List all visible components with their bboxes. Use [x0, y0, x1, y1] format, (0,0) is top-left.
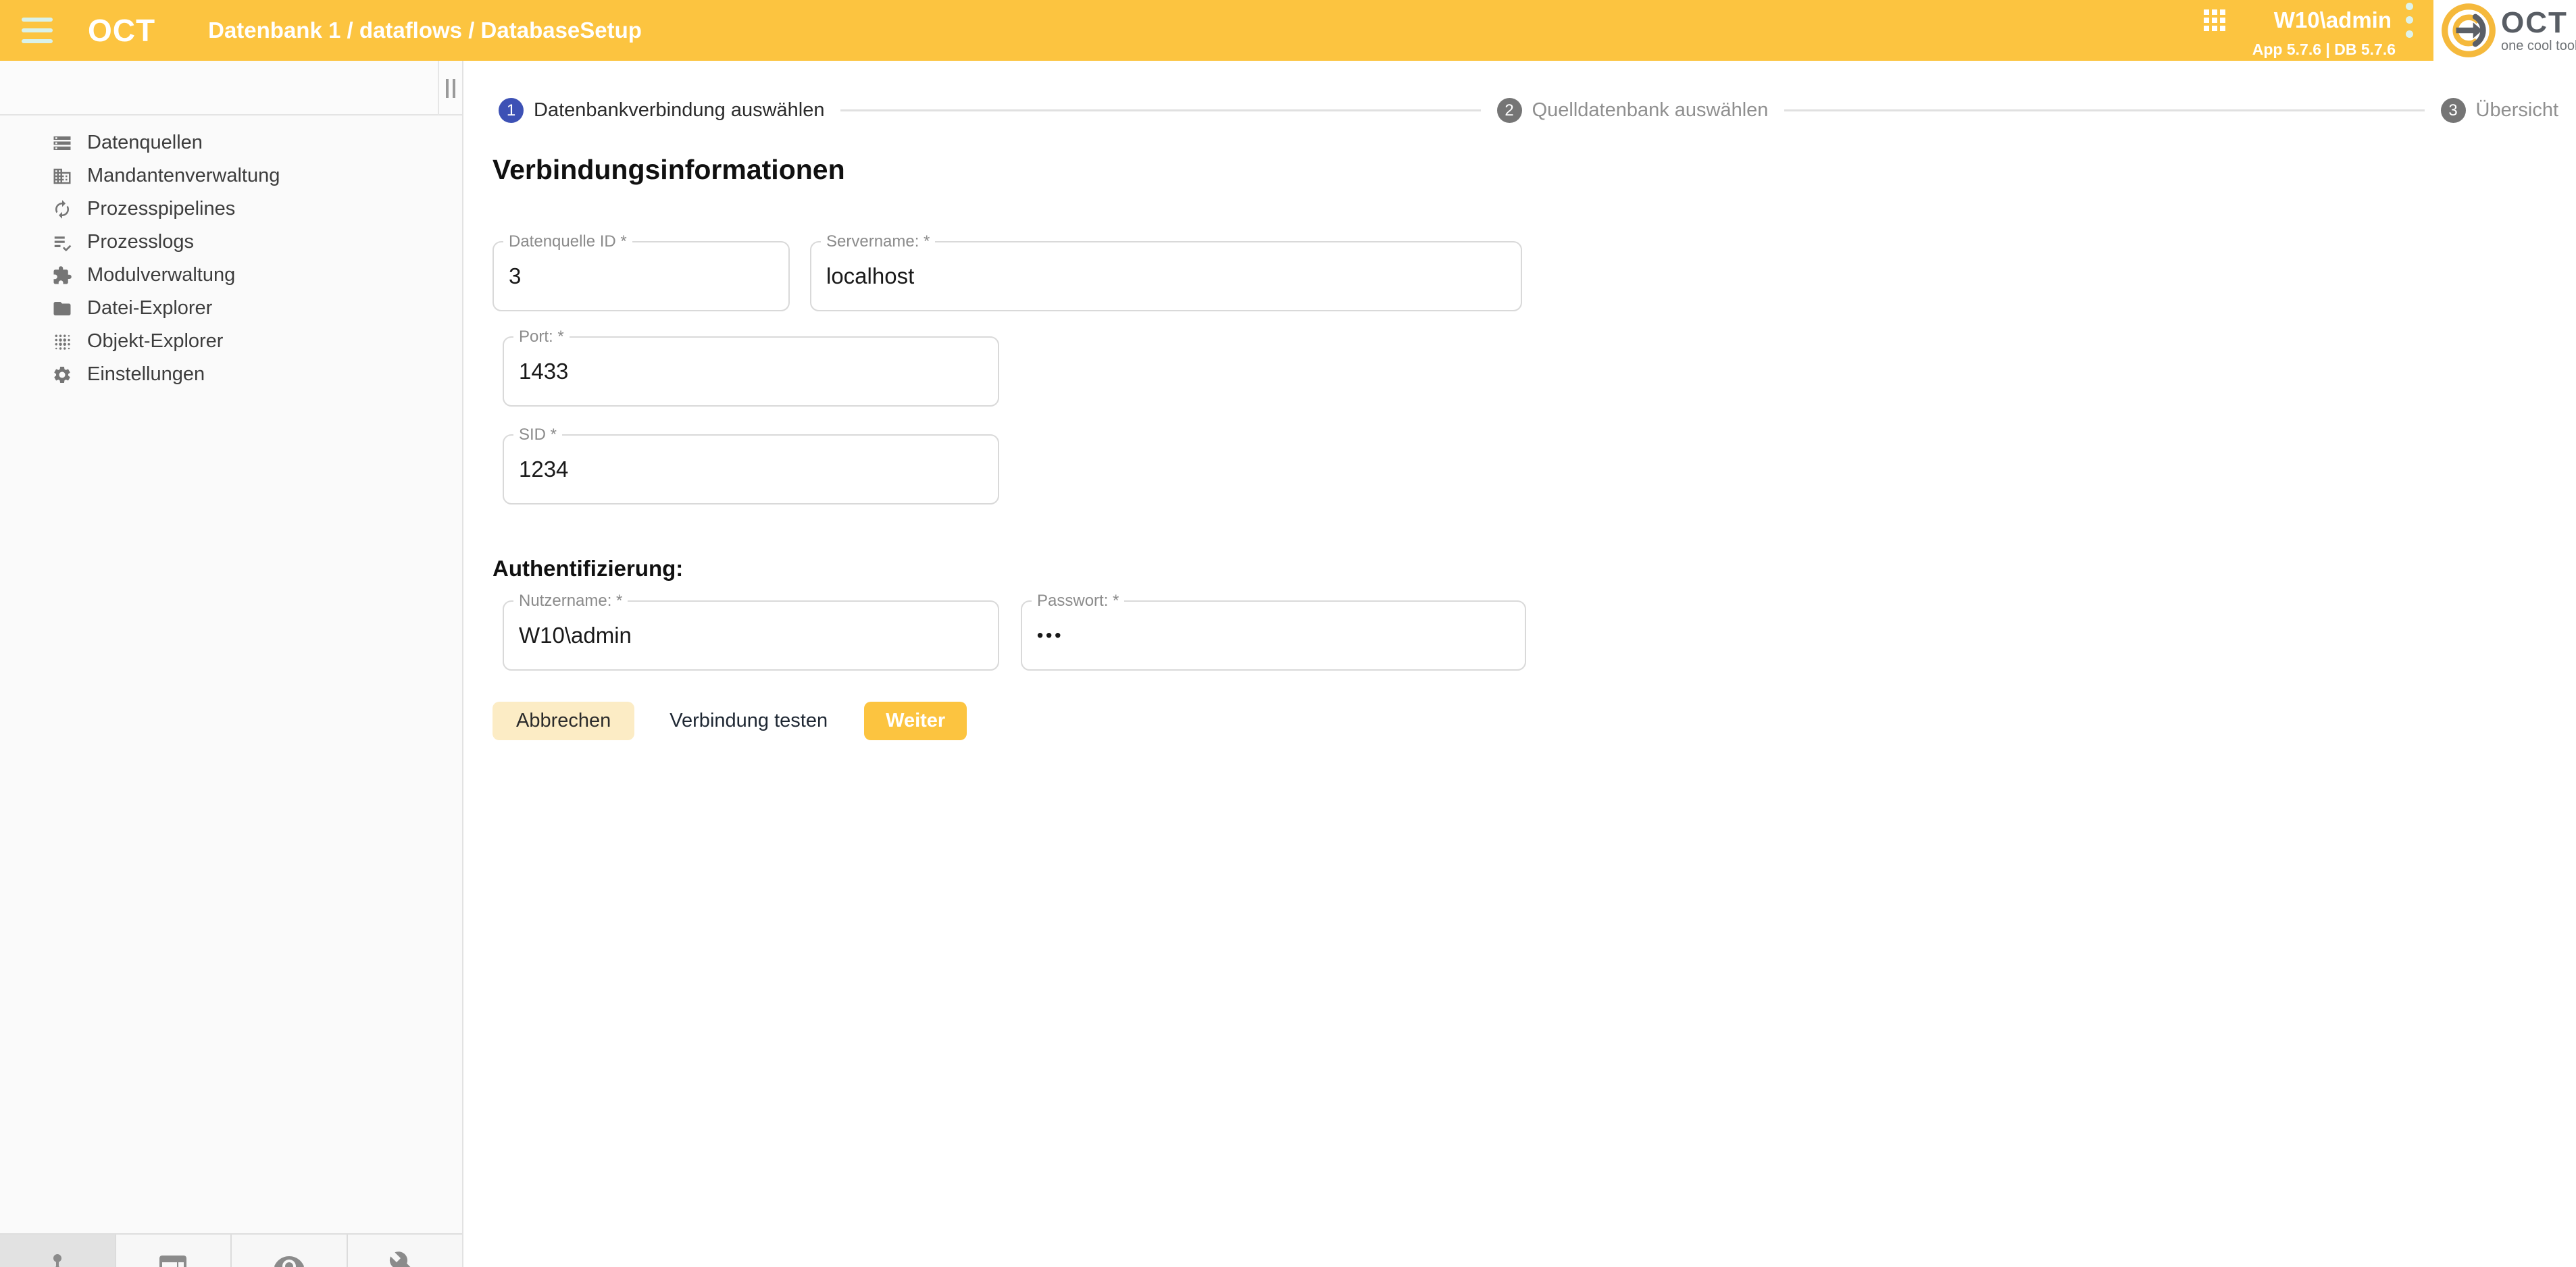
form-actions: Abbrechen Verbindung testen Weiter: [493, 702, 2576, 740]
sidebar-item-label: Datei-Explorer: [87, 297, 212, 319]
servername-label: Servername: *: [821, 232, 935, 251]
step-2-circle: 2: [1497, 98, 1522, 123]
sync-icon: [52, 199, 72, 219]
sidebar-item-prozesslogs[interactable]: Prozesslogs: [0, 226, 462, 259]
tab-preview[interactable]: [230, 1235, 347, 1267]
sidebar: Datenquellen Mandantenverwaltung Prozess…: [0, 61, 463, 1267]
playlist-check-icon: [52, 232, 72, 253]
app-version: App 5.7.6 | DB 5.7.6: [2252, 41, 2396, 59]
main-content: 1 Datenbankverbindung auswählen 2 Quelld…: [463, 61, 2576, 1267]
sidebar-item-label: Objekt-Explorer: [87, 330, 223, 353]
sidebar-splitter-handle[interactable]: [438, 61, 462, 115]
datasource-id-value: 3: [509, 263, 521, 289]
step-connector: [1784, 109, 2424, 111]
page-title: Verbindungsinformationen: [493, 154, 2576, 186]
puzzle-icon: [52, 265, 72, 286]
step-3[interactable]: 3 Übersicht: [2441, 98, 2559, 123]
tab-flow[interactable]: [0, 1235, 115, 1267]
step-2[interactable]: 2 Quelldatenbank auswählen: [1497, 98, 1769, 123]
sidebar-item-label: Modulverwaltung: [87, 264, 235, 286]
password-field[interactable]: Passwort: * •••: [1021, 600, 1526, 671]
sidebar-menu: Datenquellen Mandantenverwaltung Prozess…: [0, 115, 462, 391]
auth-section-heading: Authentifizierung:: [493, 556, 2576, 581]
sid-field[interactable]: SID * 1234: [503, 434, 999, 505]
next-button[interactable]: Weiter: [864, 702, 967, 740]
logo-tagline: one cool tool: [2501, 39, 2576, 53]
hamburger-menu-icon[interactable]: [22, 18, 53, 43]
port-field[interactable]: Port: * 1433: [503, 336, 999, 407]
username-label: Nutzername: *: [513, 592, 628, 611]
datasource-id-label: Datenquelle ID *: [503, 232, 632, 251]
tab-layout[interactable]: [115, 1235, 231, 1267]
sidebar-item-datenquellen[interactable]: Datenquellen: [0, 126, 462, 159]
password-label: Passwort: *: [1032, 592, 1124, 611]
header-right-cluster: W10\admin App 5.7.6 | DB 5.7.6: [2204, 3, 2413, 59]
sidebar-item-label: Mandantenverwaltung: [87, 165, 280, 187]
step-2-label: Quelldatenbank auswählen: [1532, 99, 1769, 122]
breadcrumb: Datenbank 1 / dataflows / DatabaseSetup: [208, 18, 642, 43]
sidebar-item-label: Einstellungen: [87, 363, 205, 386]
step-3-label: Übersicht: [2476, 99, 2559, 122]
wrench-icon: [388, 1250, 421, 1267]
sid-value: 1234: [519, 457, 568, 482]
window-layout-icon: [157, 1250, 189, 1267]
dot-grid-icon: [52, 332, 72, 352]
flow-hub-icon: [41, 1250, 74, 1267]
form-area: Verbindungsinformationen Datenquelle ID …: [493, 154, 2576, 740]
folder-icon: [52, 299, 72, 319]
sid-label: SID *: [513, 425, 562, 444]
servername-value: localhost: [826, 263, 914, 289]
username-value: W10\admin: [519, 623, 632, 648]
sidebar-item-mandantenverwaltung[interactable]: Mandantenverwaltung: [0, 159, 462, 192]
sidebar-item-prozesspipelines[interactable]: Prozesspipelines: [0, 192, 462, 226]
eye-icon: [273, 1250, 305, 1267]
app-window: OCT Datenbank 1 / dataflows / DatabaseSe…: [0, 0, 2576, 1267]
password-value: •••: [1037, 625, 1063, 646]
sidebar-item-label: Prozesspipelines: [87, 198, 235, 220]
user-name: W10\admin: [2274, 7, 2392, 33]
username-field[interactable]: Nutzername: * W10\admin: [503, 600, 999, 671]
sidebar-item-label: Datenquellen: [87, 132, 203, 154]
port-label: Port: *: [513, 328, 570, 346]
sidebar-item-objekt-explorer[interactable]: Objekt-Explorer: [0, 325, 462, 358]
kebab-menu-icon[interactable]: [2405, 3, 2413, 38]
port-value: 1433: [519, 359, 568, 384]
test-connection-button[interactable]: Verbindung testen: [651, 702, 847, 740]
tab-tools[interactable]: [347, 1235, 463, 1267]
step-1[interactable]: 1 Datenbankverbindung auswählen: [499, 98, 824, 123]
sidebar-item-label: Prozesslogs: [87, 231, 194, 253]
servername-field[interactable]: Servername: * localhost: [810, 241, 1522, 311]
step-1-circle: 1: [499, 98, 524, 123]
sidebar-item-datei-explorer[interactable]: Datei-Explorer: [0, 292, 462, 325]
building-icon: [52, 166, 72, 186]
sidebar-item-einstellungen[interactable]: Einstellungen: [0, 358, 462, 391]
step-connector: [840, 109, 1480, 111]
step-3-circle: 3: [2441, 98, 2466, 123]
apps-grid-icon[interactable]: [2204, 9, 2225, 31]
gear-icon: [52, 365, 72, 385]
sidebar-toolbar: [0, 61, 462, 115]
stepper: 1 Datenbankverbindung auswählen 2 Quelld…: [463, 98, 2576, 123]
storage-icon: [52, 133, 72, 153]
step-1-label: Datenbankverbindung auswählen: [534, 99, 824, 122]
logo-text: OCT: [2501, 8, 2576, 38]
oct-logo-icon: [2440, 2, 2497, 59]
app-title: OCT: [88, 12, 155, 49]
top-app-bar: OCT Datenbank 1 / dataflows / DatabaseSe…: [0, 0, 2576, 61]
sidebar-item-modulverwaltung[interactable]: Modulverwaltung: [0, 259, 462, 292]
cancel-button[interactable]: Abbrechen: [493, 702, 634, 740]
datasource-id-field[interactable]: Datenquelle ID * 3: [493, 241, 790, 311]
brand-logo: OCT one cool tool: [2433, 0, 2576, 63]
sidebar-bottom-tabs: [0, 1233, 462, 1267]
